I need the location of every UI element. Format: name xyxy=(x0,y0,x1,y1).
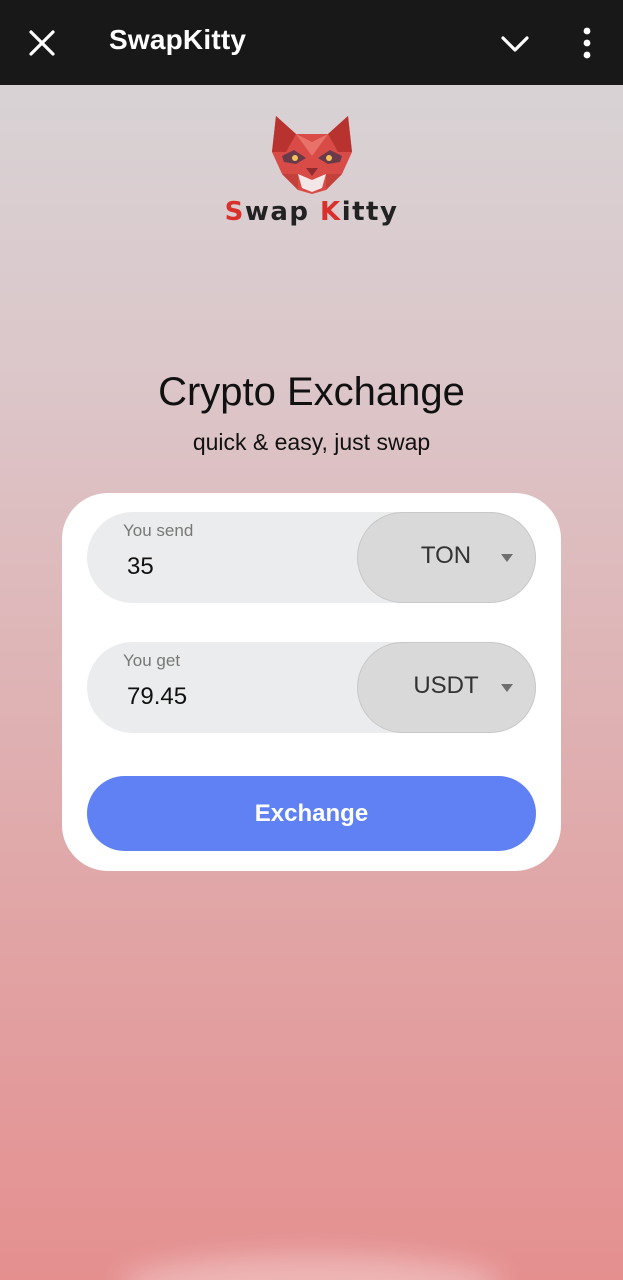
more-menu-button[interactable] xyxy=(574,26,600,60)
exchange-card: You send TON You get USDT Exchange xyxy=(62,493,561,871)
send-amount-input[interactable] xyxy=(123,550,343,584)
get-amount-input[interactable] xyxy=(123,680,343,714)
bottom-glow xyxy=(120,1255,503,1280)
exchange-button[interactable]: Exchange xyxy=(87,776,536,851)
caret-down-icon xyxy=(501,684,513,692)
cat-head-logo xyxy=(272,116,352,194)
collapse-button[interactable] xyxy=(498,27,532,61)
brand-text-itty: itty xyxy=(341,197,399,227)
send-currency-select[interactable]: TON xyxy=(357,512,536,603)
top-bar: SwapKitty xyxy=(0,0,623,85)
page-title: Crypto Exchange xyxy=(158,370,465,414)
more-vertical-icon xyxy=(583,27,591,59)
send-field: You send TON xyxy=(87,512,536,603)
brand-initial-s: S xyxy=(224,197,245,227)
page-subtitle: quick & easy, just swap xyxy=(192,429,431,455)
get-field: You get USDT xyxy=(87,642,536,733)
chevron-down-icon xyxy=(501,36,529,52)
brand-wordmark: Swap Kitty xyxy=(0,197,623,227)
brand-initial-k: K xyxy=(320,197,342,227)
caret-down-icon xyxy=(501,554,513,562)
get-label: You get xyxy=(123,651,181,670)
brand-text-wap: wap xyxy=(244,197,321,227)
app-title: SwapKitty xyxy=(109,24,247,55)
send-label: You send xyxy=(123,521,194,540)
close-button[interactable] xyxy=(26,27,58,59)
close-icon xyxy=(29,30,55,56)
get-currency-select[interactable]: USDT xyxy=(357,642,536,733)
